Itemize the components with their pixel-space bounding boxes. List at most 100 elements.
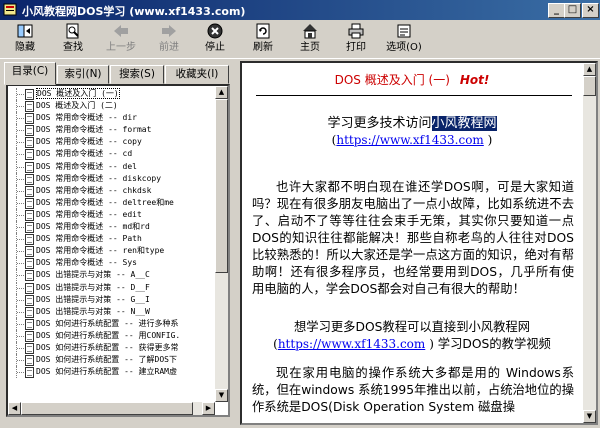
print-icon: [348, 23, 364, 39]
intro-paragraph: 也许大家都不明白现在谁还学DOS啊，可是大家知道吗？现在有很多朋友电脑出了一点小…: [252, 180, 574, 296]
document-icon: [25, 149, 34, 161]
document-icon: [25, 282, 34, 294]
document-icon: [25, 125, 34, 137]
tree-item-label: DOS 常用命令概述 -- md和rd: [36, 222, 150, 232]
tree-item[interactable]: DOS 常用命令概述 -- edit: [8, 208, 218, 221]
tree-item[interactable]: DOS 概述及入门 (一): [8, 88, 218, 100]
document-icon: [25, 101, 34, 113]
document-icon: [25, 294, 34, 306]
maximize-button[interactable]: □: [564, 3, 581, 18]
site-name-highlight: 小风教程网: [431, 116, 497, 131]
document-icon: [25, 161, 34, 173]
tree-vertical-scrollbar[interactable]: ▲ ▼: [215, 86, 228, 402]
tree-item-label: DOS 概述及入门 (二): [36, 101, 118, 111]
tree-item[interactable]: DOS 常用命令概述 -- ren和type: [8, 245, 218, 258]
tab-favorites[interactable]: 收藏夹(I): [165, 65, 229, 84]
tree-item-label: DOS 如何进行系统配置 -- 了解DOS下: [36, 355, 177, 365]
tree-item[interactable]: DOS 常用命令概述 -- cd: [8, 148, 218, 161]
document-icon: [25, 89, 34, 100]
tab-contents[interactable]: 目录(C): [4, 62, 56, 85]
content-scroll-down-button[interactable]: ▼: [583, 410, 596, 423]
content-scroll-thumb[interactable]: [583, 76, 596, 96]
scroll-right-button[interactable]: ▶: [202, 402, 215, 415]
tree-item[interactable]: DOS 出错提示与对策 -- D__F: [8, 281, 218, 294]
tree-item[interactable]: DOS 常用命令概述 -- deltree和me: [8, 196, 218, 209]
scroll-down-button[interactable]: ▼: [215, 389, 228, 402]
tree-item[interactable]: DOS 常用命令概述 -- md和rd: [8, 221, 218, 234]
options-button[interactable]: 选项(O): [381, 22, 427, 56]
tree-item[interactable]: DOS 常用命令概述 -- Path: [8, 233, 218, 246]
document-icon: [25, 258, 34, 270]
window-title: 小风教程网DOS学习 (www.xf1433.com): [22, 5, 246, 18]
tree-item-label: DOS 常用命令概述 -- Path: [36, 234, 142, 244]
hscroll-thumb[interactable]: [21, 402, 193, 415]
tree-item-label: DOS 常用命令概述 -- ren和type: [36, 246, 165, 256]
scroll-left-button[interactable]: ◀: [8, 402, 21, 415]
close-button[interactable]: ×: [582, 3, 599, 18]
document-icon: [25, 306, 34, 318]
tree-item[interactable]: DOS 如何进行系统配置 -- 了解DOS下: [8, 354, 218, 367]
tree-item[interactable]: DOS 如何进行系统配置 -- 建立RAM虚: [8, 366, 218, 379]
stop-button[interactable]: 停止: [192, 22, 238, 56]
tutorial-link[interactable]: https://www.xf1433.com: [278, 337, 425, 351]
document-icon: [25, 234, 34, 246]
tree-item-label: DOS 常用命令概述 -- deltree和me: [36, 197, 174, 207]
tree-horizontal-scrollbar[interactable]: ◀ ▶: [8, 402, 215, 415]
content-vertical-scrollbar[interactable]: ▲ ▼: [583, 63, 596, 423]
tab-index[interactable]: 索引(N): [57, 65, 109, 84]
scroll-thumb[interactable]: [215, 99, 228, 273]
site-link[interactable]: https://www.xf1433.com: [336, 133, 483, 147]
tree-item-label: DOS 出错提示与对策 -- D__F: [36, 282, 150, 292]
tab-search[interactable]: 搜索(S): [110, 65, 164, 84]
document-icon: [25, 209, 34, 221]
content-scroll-up-button[interactable]: ▲: [583, 63, 596, 76]
document-icon: [25, 270, 34, 282]
document-icon: [25, 318, 34, 330]
tree-item[interactable]: DOS 常用命令概述 -- chkdsk: [8, 184, 218, 197]
tree-item[interactable]: DOS 常用命令概述 -- diskcopy: [8, 172, 218, 185]
document-icon: [25, 173, 34, 185]
document-icon: [25, 330, 34, 342]
tree-item[interactable]: DOS 常用命令概述 -- del: [8, 160, 218, 173]
print-button[interactable]: 打印: [333, 22, 379, 56]
hide-button[interactable]: 隐藏: [2, 22, 48, 56]
back-button[interactable]: 上一步: [98, 22, 144, 56]
tree-item-label: DOS 常用命令概述 -- Sys: [36, 258, 137, 268]
find-button[interactable]: 查找: [50, 22, 96, 56]
tree-item-label: DOS 常用命令概述 -- cd: [36, 149, 133, 159]
tutorial-paragraph: 想学习更多DOS教程可以直接到小风教程网 (https://www.xf1433…: [273, 320, 551, 351]
options-icon: [397, 24, 411, 38]
nav-tabs: 目录(C) 索引(N) 搜索(S) 收藏夹(I): [4, 62, 232, 85]
tree-item-label: DOS 出错提示与对策 -- G__I: [36, 294, 150, 304]
tree-item-label: DOS 常用命令概述 -- diskcopy: [36, 173, 162, 183]
document-icon: [25, 246, 34, 258]
tree-item[interactable]: DOS 常用命令概述 -- dir: [8, 112, 218, 125]
refresh-icon: [256, 23, 270, 39]
tree-item[interactable]: DOS 如何进行系统配置 -- 进行多种系: [8, 317, 218, 330]
document-content: DOS 概述及入门 (一) Hot! 学习更多技术访问小风教程网 (https:/…: [242, 63, 582, 423]
contents-tree: DOS 概述及入门 (一) DOS 概述及入门 (二) DOS 常用命令概述 -- …: [6, 84, 230, 417]
tree-item[interactable]: DOS 概述及入门 (二): [8, 100, 218, 113]
refresh-button[interactable]: 刷新: [240, 22, 286, 56]
home-button[interactable]: 主页: [287, 22, 333, 56]
forward-button[interactable]: 前进: [146, 22, 192, 56]
minimize-button[interactable]: _: [548, 3, 565, 18]
tree-item[interactable]: DOS 如何进行系统配置 -- 用CONFIG.: [8, 329, 218, 342]
content-pane: DOS 概述及入门 (一) Hot! 学习更多技术访问小风教程网 (https:/…: [240, 61, 598, 425]
tree-item-label: DOS 如何进行系统配置 -- 用CONFIG.: [36, 330, 181, 340]
tree-item[interactable]: DOS 出错提示与对策 -- N__W: [8, 305, 218, 318]
navigation-pane: 目录(C) 索引(N) 搜索(S) 收藏夹(I) DOS 概述及入门 (一) DO…: [0, 59, 236, 428]
tree-item[interactable]: DOS 出错提示与对策 -- A__C: [8, 269, 218, 282]
scroll-up-button[interactable]: ▲: [215, 86, 228, 99]
title-bar: 小风教程网DOS学习 (www.xf1433.com) _ □ ×: [0, 0, 600, 20]
tree-item[interactable]: DOS 常用命令概述 -- Sys: [8, 257, 218, 270]
tree-item-label: DOS 如何进行系统配置 -- 获得更多常: [36, 342, 179, 352]
tree-item[interactable]: DOS 常用命令概述 -- copy: [8, 136, 218, 149]
tree-item[interactable]: DOS 如何进行系统配置 -- 获得更多常: [8, 341, 218, 354]
document-icon: [25, 355, 34, 367]
tree-item[interactable]: DOS 常用命令概述 -- format: [8, 124, 218, 137]
tree-item-label: DOS 常用命令概述 -- dir: [36, 113, 137, 123]
tree-item-label: DOS 出错提示与对策 -- N__W: [36, 306, 150, 316]
tree-item[interactable]: DOS 出错提示与对策 -- G__I: [8, 293, 218, 306]
home-icon: [303, 24, 317, 39]
